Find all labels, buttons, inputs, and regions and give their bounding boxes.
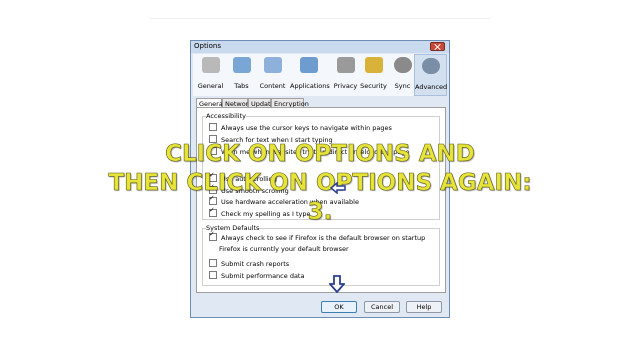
toolbar-label: Advanced	[415, 83, 448, 91]
toolbar-privacy[interactable]: Privacy	[330, 54, 361, 96]
toolbar-label: Tabs	[234, 82, 249, 90]
toolbar-label: Applications	[290, 82, 330, 90]
default-browser-status: Firefox is currently your default browse…	[219, 245, 349, 253]
overlay-line-1: CLICK ON OPTIONS AND	[165, 141, 475, 168]
applications-icon	[300, 57, 318, 73]
window-title: Options	[194, 42, 222, 50]
crash-reports-option[interactable]: Submit crash reports	[209, 259, 290, 268]
toolbar-security[interactable]: Security	[358, 54, 389, 96]
toolbar-advanced[interactable]: Advanced	[414, 54, 447, 96]
ok-button[interactable]: OK	[321, 301, 357, 313]
system-defaults-group: System Defaults Always check to see if F…	[202, 224, 440, 286]
advanced-icon	[421, 58, 440, 74]
help-button[interactable]: Help	[406, 301, 442, 313]
option-label: Always check to see if Firefox is the de…	[221, 234, 426, 242]
close-button[interactable]	[430, 42, 445, 51]
security-icon	[364, 57, 383, 73]
general-icon	[201, 57, 220, 73]
toolbar-applications[interactable]: Applications	[290, 54, 330, 96]
toolbar-label: Content	[259, 82, 286, 90]
toolbar-label: Security	[360, 82, 387, 90]
accessibility-legend: Accessibility	[206, 112, 246, 120]
toolbar-content[interactable]: Content	[257, 54, 288, 96]
toolbar-label: Privacy	[333, 82, 358, 90]
toolbar-tabs[interactable]: Tabs	[226, 54, 257, 96]
tabs-icon	[232, 57, 251, 73]
sync-icon	[393, 57, 412, 73]
overlay-line-3: 3.	[307, 199, 333, 226]
arrow-left-icon	[330, 182, 346, 194]
cursor-keys-option[interactable]: Always use the cursor keys to navigate w…	[209, 123, 392, 132]
checkbox[interactable]	[209, 230, 217, 241]
toolbar-label: General	[197, 82, 224, 90]
checkbox[interactable]	[209, 259, 217, 267]
top-divider-line	[150, 18, 490, 19]
checkbox[interactable]	[209, 271, 217, 279]
privacy-icon	[336, 57, 355, 73]
option-label: Always use the cursor keys to navigate w…	[221, 124, 392, 132]
options-toolbar: General Tabs Content Applications Privac…	[193, 54, 447, 96]
toolbar-general[interactable]: General	[195, 54, 226, 96]
cancel-button[interactable]: Cancel	[364, 301, 400, 313]
checkbox[interactable]	[209, 123, 217, 131]
overlay-line-2: THEN CLICK ON OPTIONS AGAIN:	[108, 170, 532, 197]
performance-data-option[interactable]: Submit performance data	[209, 271, 305, 280]
default-browser-option[interactable]: Always check to see if Firefox is the de…	[209, 230, 426, 242]
arrow-down-icon	[329, 275, 345, 293]
content-icon	[263, 57, 282, 73]
title-bar[interactable]: Options	[191, 41, 449, 53]
option-label: Submit crash reports	[221, 260, 290, 268]
option-label: Submit performance data	[221, 272, 305, 280]
